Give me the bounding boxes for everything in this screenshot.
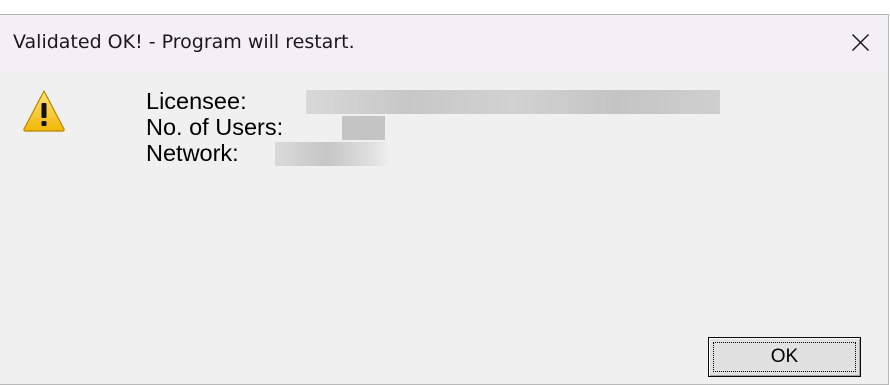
- network-label: Network:: [146, 140, 239, 166]
- licensee-label: Licensee:: [146, 88, 247, 114]
- message-dialog: Validated OK! - Program will restart. Li…: [0, 14, 889, 385]
- licensee-value-redacted: [306, 90, 720, 114]
- network-value-redacted: [275, 142, 389, 166]
- license-info: Licensee: No. of Users: Network:: [146, 88, 720, 166]
- close-button[interactable]: [832, 15, 888, 71]
- ok-button-label: OK: [770, 346, 799, 367]
- title-bar[interactable]: Validated OK! - Program will restart.: [0, 15, 888, 71]
- close-icon: [851, 33, 870, 52]
- warning-icon: [23, 90, 65, 132]
- users-label: No. of Users:: [146, 114, 284, 140]
- users-row: No. of Users:: [146, 114, 385, 140]
- dialog-title: Validated OK! - Program will restart.: [13, 31, 355, 53]
- users-value-redacted: [342, 116, 385, 140]
- ok-button[interactable]: OK: [708, 337, 861, 377]
- dialog-body: Licensee: No. of Users: Network: OK: [0, 71, 888, 384]
- network-row: Network:: [146, 140, 389, 166]
- top-strip: [0, 0, 890, 14]
- licensee-row: Licensee:: [146, 88, 720, 114]
